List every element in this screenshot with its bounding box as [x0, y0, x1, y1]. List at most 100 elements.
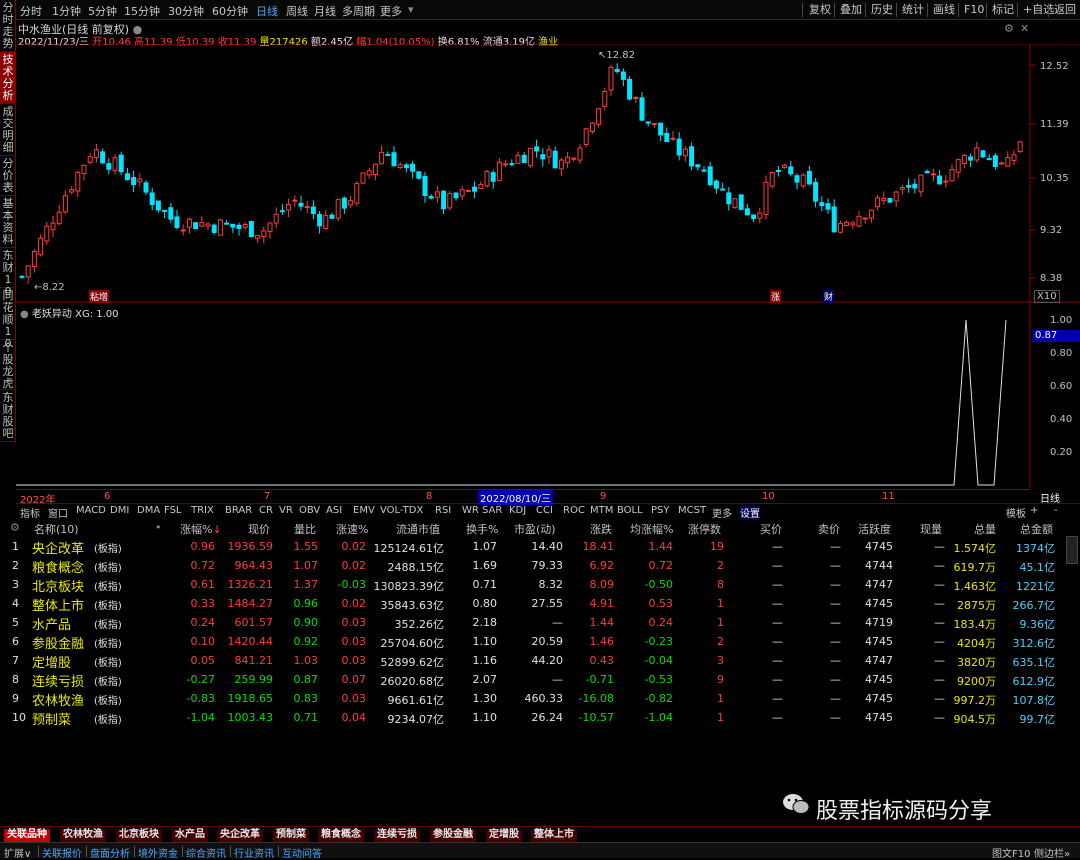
zoom-badge[interactable]: X10: [1034, 290, 1060, 303]
indicator-tab-3[interactable]: DMI: [110, 505, 129, 516]
indicator-tab-10[interactable]: OBV: [299, 505, 320, 516]
table-row[interactable]: 4 整体上市 (板指) 0.33 1484.27 0.96 0.02 35843.63亿 0.8…: [0, 595, 1080, 614]
indicator-tab-22[interactable]: PSY: [651, 505, 670, 516]
indicator-right-tab-1[interactable]: +: [1030, 505, 1038, 516]
col-mktcap[interactable]: 流通市值: [396, 521, 440, 537]
related-tab-5[interactable]: 预制菜: [273, 829, 309, 842]
indicator-tab-13[interactable]: VOL-TDX: [380, 505, 423, 516]
vtab-fenjia[interactable]: 分价表: [0, 156, 16, 196]
settings-icon[interactable]: ⚙: [1004, 22, 1014, 35]
indicator-tab-6[interactable]: TRIX: [191, 505, 214, 516]
vtab-jiben[interactable]: 基本资料: [0, 196, 16, 248]
indicator-tab-19[interactable]: ROC: [563, 505, 585, 516]
col-amount[interactable]: 总金额: [1020, 521, 1053, 537]
col-pe[interactable]: 市盈(动): [514, 521, 556, 537]
col-bid[interactable]: 买价: [760, 521, 782, 537]
indicator-name[interactable]: 老妖异动: [32, 309, 72, 320]
col-change[interactable]: 涨跌: [590, 521, 612, 537]
col-price[interactable]: 现价: [248, 521, 270, 537]
close-icon[interactable]: ✕: [1020, 22, 1029, 35]
related-tab-3[interactable]: 水产品: [172, 829, 208, 842]
indicator-tab-8[interactable]: CR: [259, 505, 273, 516]
vtab-dongcai[interactable]: 东财10: [0, 248, 16, 298]
col-avgchg[interactable]: 均涨幅%: [630, 521, 673, 537]
indicator-tab-20[interactable]: MTM: [590, 505, 613, 516]
related-tab-4[interactable]: 央企改革: [217, 829, 263, 842]
indicator-tab-4[interactable]: DMA: [137, 505, 160, 516]
related-tab-2[interactable]: 北京板块: [116, 829, 162, 842]
indicator-tab-23[interactable]: MCST: [678, 505, 706, 516]
indicator-tab-7[interactable]: BRAR: [225, 505, 252, 516]
col-curvol[interactable]: 现量: [920, 521, 942, 537]
table-row[interactable]: 5 水产品 (板指) 0.24 601.57 0.90 0.03 352.26亿 2.18 — 1.…: [0, 614, 1080, 633]
event-tag[interactable]: 涨: [770, 290, 782, 303]
period-tab[interactable]: 15分钟: [124, 3, 160, 19]
table-row[interactable]: 8 连续亏损 (板指) -0.27 259.99 0.87 0.07 26020.68亿 2.0…: [0, 671, 1080, 690]
draw-button[interactable]: 画线: [930, 2, 958, 18]
vtab-guba[interactable]: 东财股吧: [0, 390, 16, 442]
vtab-longhu[interactable]: 个股龙虎: [0, 340, 16, 390]
col-name[interactable]: 名称(10): [34, 521, 79, 537]
related-tab-1[interactable]: 农林牧渔: [60, 829, 106, 842]
related-tab-6[interactable]: 粮食概念: [318, 829, 364, 842]
indicator-right-tab-2[interactable]: -: [1054, 505, 1058, 516]
table-scrollbar[interactable]: [1066, 536, 1078, 564]
event-tag[interactable]: 粘增: [89, 290, 110, 303]
f10-button[interactable]: F10: [961, 2, 987, 18]
period-tab-more[interactable]: 更多: [380, 3, 402, 19]
period-tab[interactable]: 30分钟: [168, 3, 204, 19]
indicator-tab-16[interactable]: SAR: [482, 505, 502, 516]
period-tab-daily[interactable]: 日线: [256, 3, 278, 19]
col-turnover[interactable]: 换手%: [466, 521, 498, 537]
back-button[interactable]: 返回: [1051, 2, 1079, 18]
related-tab-7[interactable]: 连续亏损: [374, 829, 420, 842]
event-tag[interactable]: 财: [823, 290, 835, 303]
related-tab-8[interactable]: 参股金融: [430, 829, 476, 842]
period-tab[interactable]: 分时: [20, 3, 42, 19]
table-row[interactable]: 10 预制菜 (板指) -1.04 1003.43 0.71 0.04 9234.07亿 1.1…: [0, 709, 1080, 728]
table-row[interactable]: 9 农林牧渔 (板指) -0.83 1918.65 0.83 0.03 9661.61亿 1.3…: [0, 690, 1080, 709]
indicator-tab-11[interactable]: ASI: [326, 505, 342, 516]
period-tab[interactable]: 5分钟: [88, 3, 117, 19]
indicator-tab-9[interactable]: VR: [279, 505, 293, 516]
stats-button[interactable]: 统计: [899, 2, 927, 18]
indicator-tab-5[interactable]: FSL: [164, 505, 182, 516]
col-limitup[interactable]: 涨停数: [688, 521, 721, 537]
related-tab-10[interactable]: 整体上市: [531, 829, 577, 842]
col-ask[interactable]: 卖价: [818, 521, 840, 537]
chart-canvas[interactable]: [16, 44, 1080, 504]
col-activity[interactable]: 活跃度: [858, 521, 891, 537]
vtab-tonghuashun[interactable]: 同花顺10: [0, 288, 16, 350]
vtab-chengjiao[interactable]: 成交明细: [0, 104, 16, 156]
related-tab-9[interactable]: 定增股: [486, 829, 522, 842]
col-volratio[interactable]: 量比: [294, 521, 316, 537]
col-totvol[interactable]: 总量: [974, 521, 996, 537]
col-speed[interactable]: 涨速%: [336, 521, 368, 537]
period-tab[interactable]: 1分钟: [52, 3, 81, 19]
indicator-settings-icon[interactable]: ●: [20, 309, 29, 320]
table-row[interactable]: 2 粮食概念 (板指) 0.72 964.43 1.07 0.02 2488.15亿 1.69 7…: [0, 557, 1080, 576]
gear-icon[interactable]: ⚙: [10, 521, 20, 534]
table-row[interactable]: 7 定增股 (板指) 0.05 841.21 1.03 0.03 52899.62亿 1.16 4…: [0, 652, 1080, 671]
overlay-button[interactable]: 叠加: [837, 2, 865, 18]
indicator-tab-15[interactable]: WR: [462, 505, 479, 516]
related-tab-0[interactable]: 关联品种: [4, 829, 50, 842]
table-row[interactable]: 6 参股金融 (板指) 0.10 1420.44 0.92 0.03 25704.60亿 1.1…: [0, 633, 1080, 652]
col-chg[interactable]: 涨幅%↓: [180, 521, 222, 537]
indicator-tab-2[interactable]: MACD: [76, 505, 106, 516]
indicator-tab-14[interactable]: RSI: [435, 505, 451, 516]
indicator-tab-21[interactable]: BOLL: [617, 505, 643, 516]
vtab-fenshi[interactable]: 分时走势: [0, 0, 16, 52]
vtab-jishu[interactable]: 技术分析: [0, 52, 16, 104]
indicator-tab-18[interactable]: CCI: [536, 505, 553, 516]
period-tab[interactable]: 60分钟: [212, 3, 248, 19]
indicator-tab-17[interactable]: KDJ: [509, 505, 526, 516]
period-tab[interactable]: 周线: [286, 3, 308, 19]
indicator-tab-12[interactable]: EMV: [353, 505, 375, 516]
history-button[interactable]: 历史: [868, 2, 896, 18]
chevron-down-icon[interactable]: ▾: [408, 3, 414, 16]
fuquan-button[interactable]: 复权: [806, 2, 834, 18]
table-row[interactable]: 3 北京板块 (板指) 0.61 1326.21 1.37 -0.03 130823.39亿 0…: [0, 576, 1080, 595]
mark-button[interactable]: 标记: [989, 2, 1017, 18]
period-tab-multi[interactable]: 多周期: [342, 3, 375, 19]
